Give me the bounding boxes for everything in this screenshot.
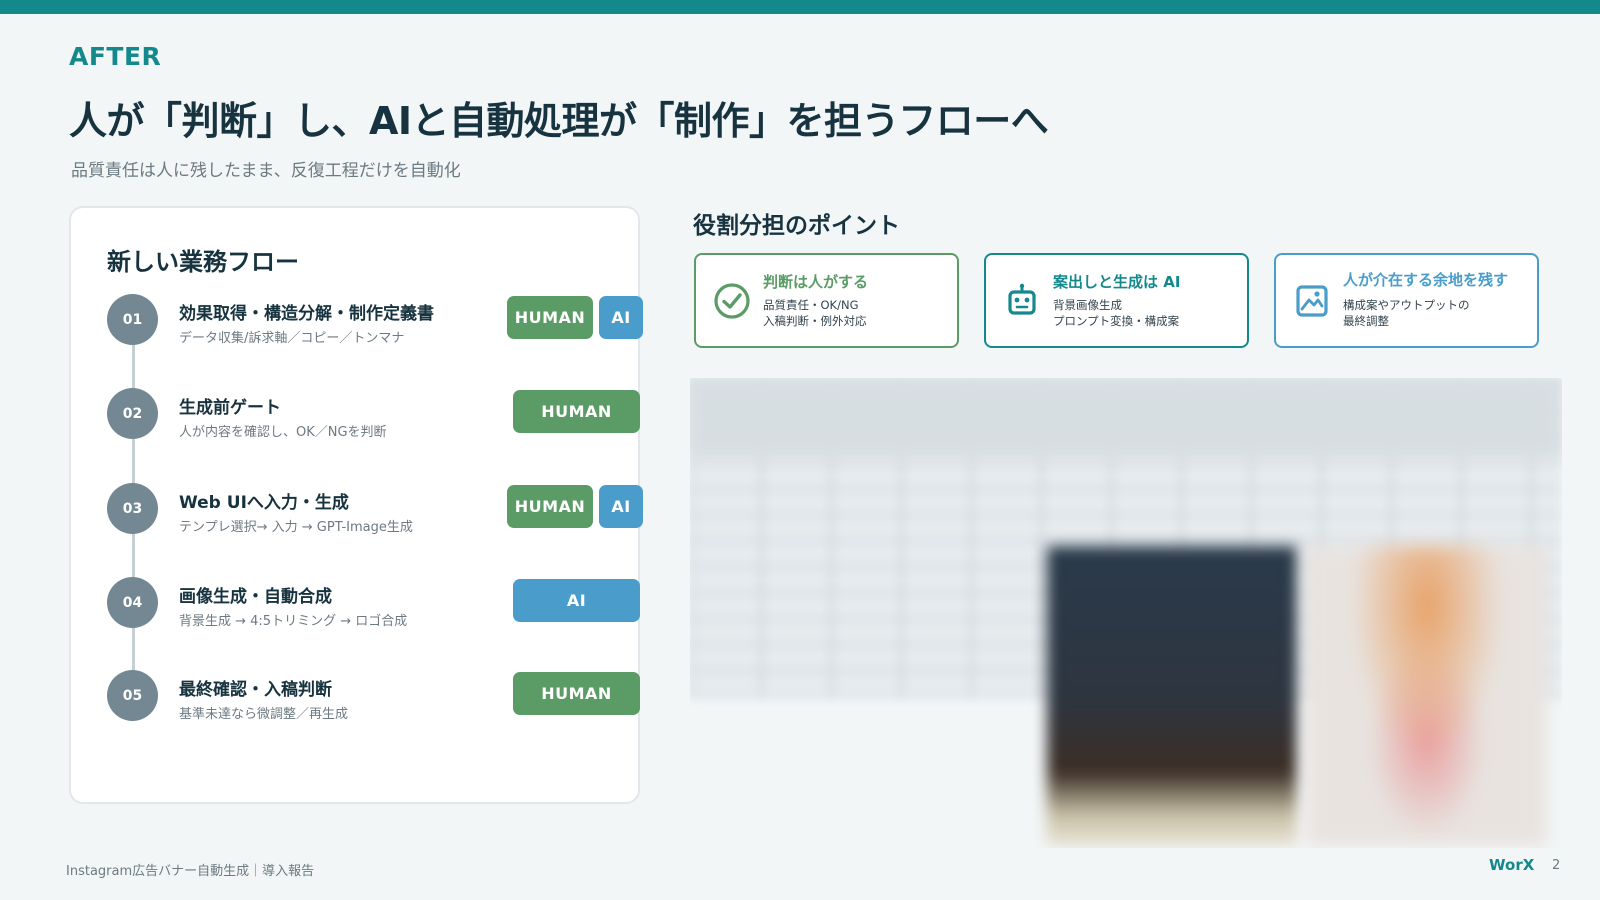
- step-description: データ収集/訴求軸／コピー／トンマナ: [179, 331, 405, 346]
- step-description: 人が内容を確認し、OK／NGを判断: [179, 425, 387, 440]
- step-title: Web UIへ入力・生成: [179, 493, 349, 513]
- point-card-ai-generation: 案出しと生成は AI 背景画像生成 プロンプト変換・構成案: [984, 253, 1249, 348]
- brand-logo: WorX: [1489, 856, 1535, 874]
- step-number: 03: [107, 483, 158, 534]
- step-number: 04: [107, 577, 158, 628]
- human-badge: HUMAN: [507, 485, 593, 528]
- step-number: 05: [107, 670, 158, 721]
- footer-caption: Instagram広告バナー自動生成｜導入報告: [66, 864, 315, 879]
- ai-badge: AI: [599, 296, 643, 339]
- robot-icon: [1008, 283, 1036, 315]
- ai-badge: AI: [599, 485, 643, 528]
- blurred-app-screenshot: [690, 378, 1562, 848]
- step-badges: AI: [513, 579, 640, 622]
- points-section-title: 役割分担のポイント: [693, 213, 900, 239]
- point-title: 人が介在する余地を残す: [1343, 271, 1509, 289]
- step-number: 01: [107, 294, 158, 345]
- step-description: 基準未達なら微調整／再生成: [179, 707, 349, 722]
- top-accent-bar: [0, 0, 1600, 14]
- point-card-human-judgment: 判断は人がする 品質責任・OK/NG 入稿判断・例外対応: [694, 253, 959, 348]
- page-subtitle: 品質責任は人に残したまま、反復工程だけを自動化: [71, 161, 461, 181]
- blurred-header-strip: [690, 378, 1562, 458]
- eyebrow-label: AFTER: [69, 42, 162, 71]
- point-line: 入稿判断・例外対応: [763, 314, 867, 328]
- flow-step: 02 生成前ゲート 人が内容を確認し、OK／NGを判断 HUMAN: [107, 388, 640, 444]
- point-card-human-intervention: 人が介在する余地を残す 構成案やアウトプットの 最終調整: [1274, 253, 1539, 348]
- human-badge: HUMAN: [513, 390, 640, 433]
- point-line: 最終調整: [1343, 314, 1389, 328]
- flow-step: 03 Web UIへ入力・生成 テンプレ選択→ 入力 → GPT-Image生成…: [107, 483, 643, 539]
- step-description: 背景生成 → 4:5トリミング → ロゴ合成: [179, 614, 408, 629]
- step-title: 生成前ゲート: [179, 398, 281, 418]
- ai-badge: AI: [513, 579, 640, 622]
- step-title: 効果取得・構造分解・制作定義書: [179, 304, 434, 324]
- step-title: 最終確認・入稿判断: [179, 680, 332, 700]
- step-badges: HUMAN AI: [507, 485, 643, 528]
- page-number: 2: [1552, 858, 1561, 873]
- point-title: 判断は人がする: [763, 273, 869, 291]
- point-title: 案出しと生成は AI: [1053, 273, 1181, 291]
- step-badges: HUMAN: [513, 672, 640, 715]
- step-badges: HUMAN: [513, 390, 640, 433]
- workflow-card-title: 新しい業務フロー: [107, 248, 299, 276]
- flow-step: 04 画像生成・自動合成 背景生成 → 4:5トリミング → ロゴ合成 AI: [107, 577, 640, 633]
- step-title: 画像生成・自動合成: [179, 587, 332, 607]
- blurred-banner-image: [1047, 546, 1297, 846]
- flow-step: 01 効果取得・構造分解・制作定義書 データ収集/訴求軸／コピー／トンマナ HU…: [107, 294, 643, 350]
- workflow-card: 新しい業務フロー 01 効果取得・構造分解・制作定義書 データ収集/訴求軸／コピ…: [69, 206, 643, 804]
- step-description: テンプレ選択→ 入力 → GPT-Image生成: [179, 520, 413, 535]
- step-number: 02: [107, 388, 158, 439]
- step-badges: HUMAN AI: [507, 296, 643, 339]
- human-badge: HUMAN: [507, 296, 593, 339]
- human-badge: HUMAN: [513, 672, 640, 715]
- point-line: 背景画像生成: [1053, 298, 1122, 312]
- image-edit-icon: [1296, 285, 1328, 317]
- page-title: 人が「判断」し、AIと自動処理が「制作」を担うフローへ: [69, 99, 1049, 143]
- point-line: プロンプト変換・構成案: [1053, 314, 1180, 328]
- blurred-banner-image: [1307, 546, 1547, 846]
- point-line: 品質責任・OK/NG: [763, 298, 859, 312]
- flow-step: 05 最終確認・入稿判断 基準未達なら微調整／再生成 HUMAN: [107, 670, 640, 726]
- point-line: 構成案やアウトプットの: [1343, 298, 1470, 312]
- check-circle-icon: [714, 283, 750, 319]
